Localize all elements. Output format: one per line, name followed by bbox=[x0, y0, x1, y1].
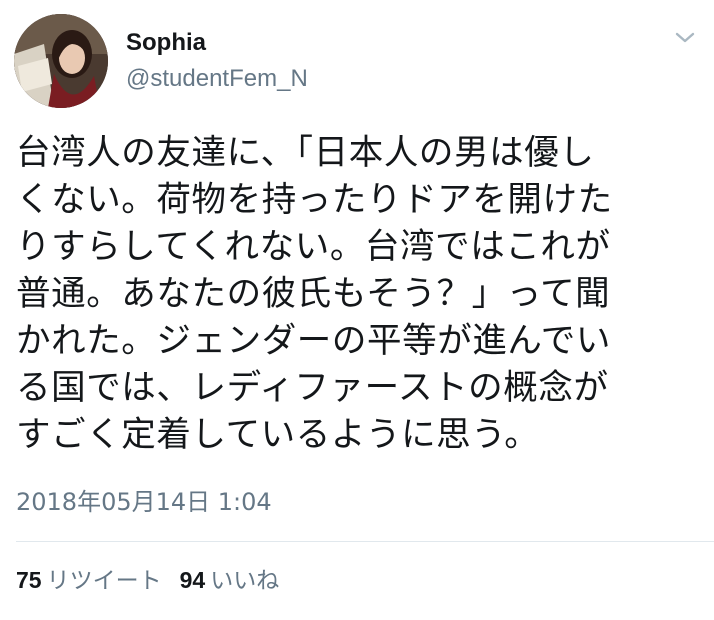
avatar[interactable] bbox=[14, 14, 108, 108]
retweets-label: リツイート bbox=[46, 568, 162, 594]
tweet-text-line: 普通。あなたの彼氏もそう？」って聞 bbox=[16, 274, 611, 314]
author-block[interactable]: Sophia @studentFem_N bbox=[126, 28, 308, 94]
tweet-text-line: すごく定着しているように思う。 bbox=[16, 415, 540, 455]
likes-label: いいね bbox=[210, 568, 280, 594]
divider bbox=[16, 541, 714, 542]
chevron-down-icon[interactable] bbox=[674, 30, 696, 46]
tweet-text-line: かれた。ジェンダーの平等が進んでい bbox=[16, 321, 611, 361]
likes-count: 94 bbox=[179, 567, 206, 593]
tweet-timestamp[interactable]: 2018年05月14日 1:04 bbox=[16, 486, 272, 518]
user-handle[interactable]: @studentFem_N bbox=[126, 64, 308, 94]
likes-stat[interactable]: 94 いいね bbox=[179, 567, 280, 594]
tweet-stats: 75 リツイート 94 いいね bbox=[16, 564, 279, 597]
tweet-text-line: る国では、レディファーストの概念が bbox=[16, 368, 609, 408]
tweet-card: Sophia @studentFem_N 台湾人の友達に、「日本人の男は優し くな… bbox=[0, 0, 714, 620]
tweet-text: 台湾人の友達に、「日本人の男は優し くない。荷物を持ったりドアを開けた りすらしてく… bbox=[16, 130, 706, 459]
retweets-count: 75 bbox=[16, 567, 42, 593]
tweet-text-line: りすらしてくれない。台湾ではこれが bbox=[16, 227, 611, 267]
retweets-stat[interactable]: 75 リツイート bbox=[16, 567, 162, 594]
tweet-text-line: 台湾人の友達に、「日本人の男は優し bbox=[16, 133, 595, 173]
profile-photo-icon bbox=[14, 14, 108, 108]
tweet-text-line: くない。荷物を持ったりドアを開けた bbox=[16, 180, 613, 220]
display-name[interactable]: Sophia bbox=[126, 28, 308, 58]
